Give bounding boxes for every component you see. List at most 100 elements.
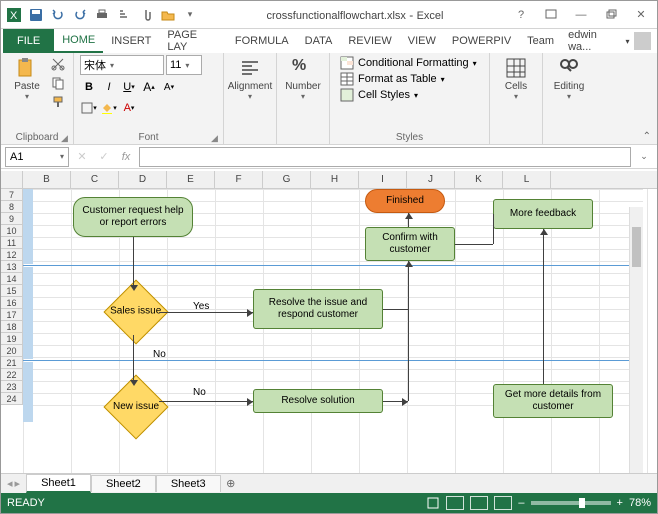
col-header[interactable]: C xyxy=(71,171,119,188)
row-header[interactable]: 8 xyxy=(1,201,23,213)
font-color-icon[interactable]: A▾ xyxy=(120,99,138,117)
save-icon[interactable] xyxy=(27,6,45,24)
col-header[interactable]: L xyxy=(503,171,551,188)
decrease-font-icon[interactable]: A▾ xyxy=(160,78,178,96)
page-layout-view-icon[interactable] xyxy=(470,496,488,510)
tab-data[interactable]: DATA xyxy=(297,29,341,53)
format-painter-icon[interactable] xyxy=(49,93,67,111)
minimize-icon[interactable]: — xyxy=(567,4,595,26)
row-header[interactable]: 11 xyxy=(1,237,23,249)
increase-font-icon[interactable]: A▴ xyxy=(140,78,158,96)
normal-view-icon[interactable] xyxy=(446,496,464,510)
tab-file[interactable]: FILE xyxy=(3,29,54,53)
italic-button[interactable]: I xyxy=(100,78,118,96)
row-header[interactable]: 22 xyxy=(1,369,23,381)
enter-icon[interactable]: ✓ xyxy=(95,148,113,166)
shape-more-feedback[interactable]: More feedback xyxy=(493,199,593,229)
shape-confirm[interactable]: Confirm with customer xyxy=(365,227,455,261)
row-header[interactable]: 24 xyxy=(1,393,23,405)
tab-review[interactable]: REVIEW xyxy=(340,29,399,53)
row-header[interactable]: 21 xyxy=(1,357,23,369)
cancel-icon[interactable]: ✕ xyxy=(73,148,91,166)
tab-formulas[interactable]: FORMULA xyxy=(227,29,297,53)
sheet-tab-1[interactable]: Sheet1 xyxy=(26,474,91,493)
help-icon[interactable]: ? xyxy=(507,4,535,26)
undo-icon[interactable] xyxy=(49,6,67,24)
copy-icon[interactable] xyxy=(49,74,67,92)
macro-record-icon[interactable] xyxy=(426,496,440,510)
collapse-ribbon-icon[interactable]: ⌃ xyxy=(643,131,651,142)
zoom-in-icon[interactable]: + xyxy=(617,497,623,509)
fx-icon[interactable]: fx xyxy=(117,148,135,166)
row-header[interactable]: 19 xyxy=(1,333,23,345)
alignment-button[interactable]: Alignment ▾ xyxy=(230,55,270,103)
shape-resolve-solution[interactable]: Resolve solution xyxy=(253,389,383,413)
editing-button[interactable]: Editing ▾ xyxy=(549,55,589,103)
sheet-tab-3[interactable]: Sheet3 xyxy=(156,475,221,492)
sheet-nav[interactable]: ◂▸ xyxy=(1,477,26,490)
borders-icon[interactable]: ▾ xyxy=(80,99,98,117)
underline-button[interactable]: U▾ xyxy=(120,78,138,96)
tab-home[interactable]: HOME xyxy=(54,29,103,53)
zoom-thumb[interactable] xyxy=(579,498,585,508)
col-header[interactable]: K xyxy=(455,171,503,188)
scroll-thumb[interactable] xyxy=(632,227,641,267)
cells-button[interactable]: Cells ▾ xyxy=(496,55,536,103)
tab-insert[interactable]: INSERT xyxy=(103,29,159,53)
row-header[interactable]: 14 xyxy=(1,273,23,285)
row-header[interactable]: 17 xyxy=(1,309,23,321)
qat-customize-icon[interactable]: ▾ xyxy=(181,6,199,24)
vertical-scrollbar[interactable] xyxy=(629,207,643,473)
clipboard-dialog-launcher[interactable]: ◢ xyxy=(61,133,71,143)
tab-view[interactable]: VIEW xyxy=(400,29,444,53)
row-header[interactable]: 10 xyxy=(1,225,23,237)
shape-get-details[interactable]: Get more details from customer xyxy=(493,384,613,418)
col-header[interactable]: F xyxy=(215,171,263,188)
attach-icon[interactable] xyxy=(137,6,155,24)
font-size-combo[interactable]: 11▾ xyxy=(166,55,202,75)
row-header[interactable]: 23 xyxy=(1,381,23,393)
worksheet-grid[interactable]: B C D E F G H I J K L 789101112131415161… xyxy=(1,171,657,473)
col-header[interactable]: E xyxy=(167,171,215,188)
ribbon-display-icon[interactable] xyxy=(537,4,565,26)
select-all-corner[interactable] xyxy=(1,171,23,188)
zoom-value[interactable]: 78% xyxy=(629,497,651,509)
paste-button[interactable]: Paste ▾ xyxy=(7,55,47,103)
row-header[interactable]: 13 xyxy=(1,261,23,273)
conditional-formatting-button[interactable]: Conditional Formatting ▾ xyxy=(336,55,481,71)
print-icon[interactable] xyxy=(93,6,111,24)
fill-color-icon[interactable]: ▾ xyxy=(100,99,118,117)
col-header[interactable]: G xyxy=(263,171,311,188)
row-header[interactable]: 7 xyxy=(1,189,23,201)
col-header[interactable]: B xyxy=(23,171,71,188)
zoom-slider[interactable] xyxy=(531,501,611,505)
open-icon[interactable] xyxy=(159,6,177,24)
col-header[interactable]: D xyxy=(119,171,167,188)
sheet-tab-2[interactable]: Sheet2 xyxy=(91,475,156,492)
excel-icon[interactable]: X xyxy=(5,6,23,24)
user-menu[interactable]: edwin wa... ▾ xyxy=(562,29,657,53)
expand-formula-bar-icon[interactable]: ⌄ xyxy=(635,148,653,166)
bold-button[interactable]: B xyxy=(80,78,98,96)
zoom-out-icon[interactable]: – xyxy=(518,497,524,509)
row-header[interactable]: 16 xyxy=(1,297,23,309)
restore-icon[interactable] xyxy=(597,4,625,26)
row-header[interactable]: 15 xyxy=(1,285,23,297)
page-break-view-icon[interactable] xyxy=(494,496,512,510)
font-dialog-launcher[interactable]: ◢ xyxy=(211,133,221,143)
redo-icon[interactable] xyxy=(71,6,89,24)
name-box[interactable]: A1 ▾ xyxy=(5,147,69,167)
col-header[interactable]: I xyxy=(359,171,407,188)
close-icon[interactable]: ✕ xyxy=(627,4,655,26)
tab-team[interactable]: Team xyxy=(519,29,562,53)
row-header[interactable]: 12 xyxy=(1,249,23,261)
cut-icon[interactable] xyxy=(49,55,67,73)
col-header[interactable]: J xyxy=(407,171,455,188)
tab-pagelayout[interactable]: PAGE LAY xyxy=(159,29,226,53)
row-header[interactable]: 20 xyxy=(1,345,23,357)
col-header[interactable]: H xyxy=(311,171,359,188)
cells-area[interactable]: Customer request help or report errors F… xyxy=(23,189,643,473)
number-button[interactable]: % Number ▾ xyxy=(283,55,323,103)
format-as-table-button[interactable]: Format as Table ▾ xyxy=(336,71,481,87)
shape-resolve-respond[interactable]: Resolve the issue and respond customer xyxy=(253,289,383,329)
